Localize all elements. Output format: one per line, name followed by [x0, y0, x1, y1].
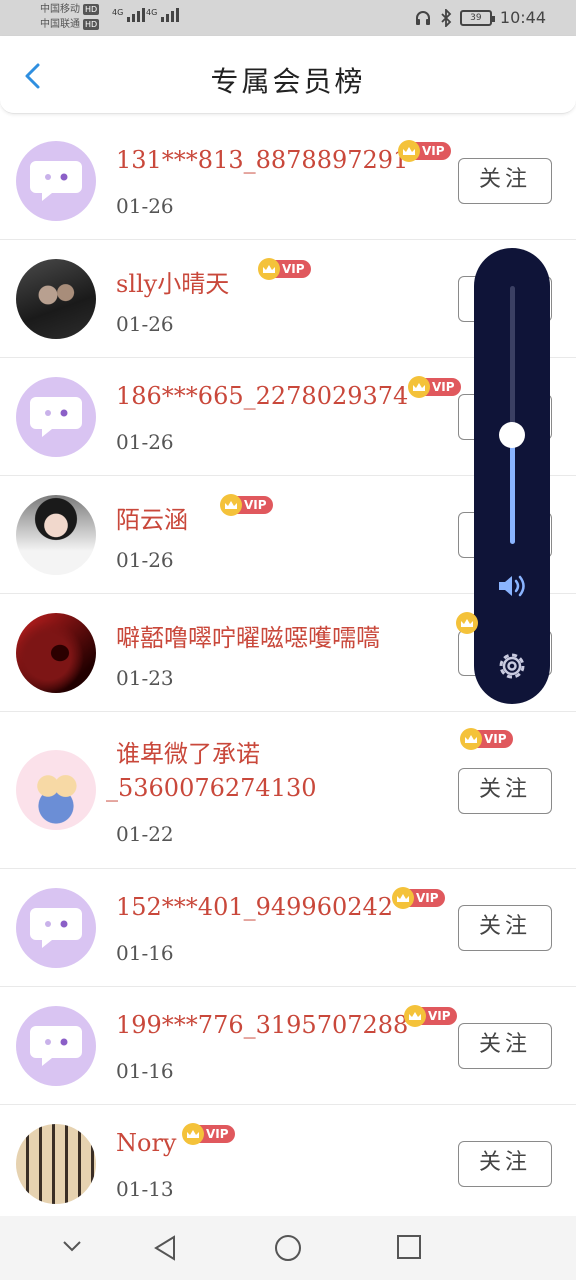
home-circle-icon[interactable]: [274, 1234, 302, 1262]
list-item[interactable]: Nory VIP 01-13 关注: [0, 1105, 576, 1223]
carrier-1: 中国移动: [40, 4, 80, 15]
chat-bubble-icon: [30, 908, 82, 948]
vip-badge: VIP: [182, 1123, 235, 1145]
carrier-2: 中国联通: [40, 19, 80, 30]
chat-bubble-icon: [30, 397, 82, 437]
bluetooth-icon: [441, 8, 452, 27]
hd-badge-1: HD: [83, 4, 100, 15]
back-triangle-icon[interactable]: [152, 1234, 178, 1262]
vip-badge: VIP: [408, 376, 461, 398]
status-icons: 39 10:44: [414, 8, 546, 27]
member-date: 01-26: [116, 312, 174, 336]
follow-button[interactable]: 关注: [458, 905, 552, 951]
list-item[interactable]: 谁卑微了承诺 _5360076274130 VIP 01-22 关注: [0, 712, 576, 869]
avatar[interactable]: [16, 888, 96, 968]
member-date: 01-13: [116, 1177, 174, 1201]
chat-bubble-icon: [30, 161, 82, 201]
avatar[interactable]: [16, 613, 96, 693]
carrier-info: 中国移动 HD 中国联通 HD: [40, 2, 100, 32]
signal-icon-2: 4G: [146, 8, 180, 22]
vip-badge: VIP: [258, 258, 311, 280]
list-item[interactable]: 199***776_3195707288 VIP 01-16 关注: [0, 987, 576, 1105]
member-name: slly小晴天: [116, 270, 230, 298]
battery-icon: 39: [459, 9, 495, 26]
hd-badge-2: HD: [83, 19, 100, 30]
member-name: Nory: [116, 1129, 177, 1157]
status-bar: 中国移动 HD 中国联通 HD 4G 4G 39 10:44: [0, 0, 576, 36]
vip-badge: VIP: [220, 494, 273, 516]
chat-bubble-icon: [30, 1026, 82, 1066]
member-date: 01-16: [116, 1059, 174, 1083]
avatar[interactable]: [16, 1006, 96, 1086]
volume-slider-handle[interactable]: [499, 422, 525, 448]
avatar[interactable]: [16, 1124, 96, 1204]
vip-badge: VIP: [392, 887, 445, 909]
system-nav-bar: [0, 1216, 576, 1280]
crown-icon: [220, 494, 242, 516]
member-name: 131***813_8878897291: [116, 146, 409, 174]
clock: 10:44: [499, 8, 546, 27]
avatar[interactable]: [16, 750, 96, 830]
member-name-line1: 谁卑微了承诺: [116, 740, 260, 768]
member-name: 152***401_949960242: [116, 893, 394, 921]
member-name-line2: _5360076274130: [106, 774, 317, 802]
volume-panel[interactable]: [474, 248, 550, 704]
follow-button[interactable]: 关注: [458, 158, 552, 204]
member-name: 199***776_3195707288: [116, 1011, 409, 1039]
avatar[interactable]: [16, 259, 96, 339]
member-date: 01-26: [116, 430, 174, 454]
settings-gear-icon[interactable]: [494, 648, 530, 684]
page-title: 专属会员榜: [210, 65, 366, 98]
crown-icon: [398, 140, 420, 162]
member-date: 01-16: [116, 941, 174, 965]
crown-icon: [258, 258, 280, 280]
list-item[interactable]: 152***401_949960242 VIP 01-16 关注: [0, 869, 576, 987]
member-date: 01-26: [116, 194, 174, 218]
app-header: 专属会员榜: [0, 36, 576, 114]
vip-badge: VIP: [404, 1005, 457, 1027]
crown-icon: [404, 1005, 426, 1027]
avatar[interactable]: [16, 377, 96, 457]
member-date: 01-22: [116, 822, 174, 846]
vip-badge: VIP: [460, 728, 513, 750]
list-item[interactable]: 131***813_8878897291 VIP 01-26 关注: [0, 122, 576, 240]
crown-icon: [182, 1123, 204, 1145]
follow-button[interactable]: 关注: [458, 1141, 552, 1187]
member-name: 噼嚭噜噿咛曜嗞噁嚄嚅嚆: [116, 624, 380, 652]
signal-icon: 4G: [112, 8, 146, 22]
crown-icon: [460, 728, 482, 750]
follow-button[interactable]: 关注: [458, 768, 552, 814]
crown-icon: [408, 376, 430, 398]
crown-icon: [392, 887, 414, 909]
member-name: 陌云涵: [116, 506, 188, 534]
speaker-icon[interactable]: [496, 572, 528, 600]
member-date: 01-23: [116, 666, 174, 690]
headphones-icon: [415, 10, 430, 25]
member-name: 186***665_2278029374: [116, 382, 409, 410]
recents-square-icon[interactable]: [396, 1234, 422, 1260]
chevron-down-icon[interactable]: [60, 1234, 84, 1258]
avatar[interactable]: [16, 495, 96, 575]
member-date: 01-26: [116, 548, 174, 572]
follow-button[interactable]: 关注: [458, 1023, 552, 1069]
avatar[interactable]: [16, 141, 96, 221]
vip-badge: VIP: [398, 140, 451, 162]
volume-slider-fill: [510, 434, 515, 544]
crown-icon: [456, 612, 478, 634]
